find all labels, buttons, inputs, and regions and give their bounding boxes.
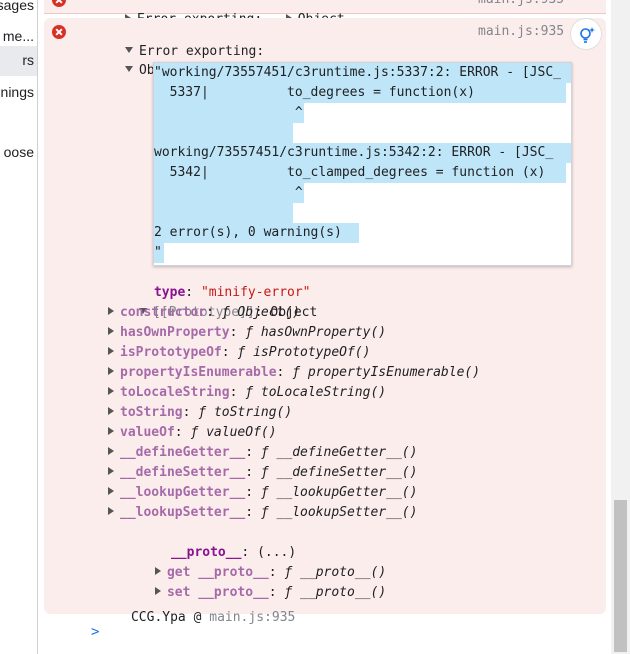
log-line: 5342| to_clamped_degrees = function (x) xyxy=(154,165,546,180)
console-prompt[interactable]: > xyxy=(91,624,99,640)
selection-highlight xyxy=(154,123,293,143)
message-line[interactable]: Error exporting: xyxy=(78,22,264,59)
console-message-error: Error exporting: Object main.js:935 xyxy=(44,0,606,27)
prototype-member[interactable]: isPrototypeOf: ƒ isPrototypeOf() xyxy=(108,343,370,363)
property-value: __lookupGetter__() xyxy=(276,485,418,500)
expand-arrow-icon[interactable] xyxy=(108,307,114,315)
property-key: __defineGetter__ xyxy=(120,445,246,460)
log-line: 2 error(s), 0 warning(s) xyxy=(154,225,342,240)
log-line: "working/73557451/c3runtime.js:5337:2: E… xyxy=(154,65,561,80)
log-line: " xyxy=(154,245,162,260)
selection-highlight xyxy=(154,203,293,223)
property-key: valueOf xyxy=(120,425,175,440)
prototype-line[interactable]: [[Prototype]]: Object xyxy=(92,283,317,320)
property-value: __proto__() xyxy=(300,585,387,600)
prototype-member[interactable]: __defineSetter__: ƒ __defineSetter__() xyxy=(108,463,417,483)
sidebar-item-label: sages xyxy=(0,0,34,13)
expand-arrow-icon[interactable] xyxy=(108,447,114,455)
proto-accessor[interactable]: __proto__: (...) xyxy=(124,523,296,560)
prototype-member[interactable]: valueOf: ƒ valueOf() xyxy=(108,423,277,443)
scrollbar[interactable] xyxy=(611,0,630,654)
expand-arrow-icon[interactable] xyxy=(108,367,114,375)
sidebar-item-label: rs xyxy=(22,52,34,68)
property-value: hasOwnProperty() xyxy=(260,325,387,340)
sidebar-item-warnings[interactable]: nings xyxy=(0,78,37,108)
property-value: toString() xyxy=(213,405,293,420)
prototype-member[interactable]: constructor: ƒ Object() xyxy=(108,303,300,323)
lightbulb-sparkle-icon xyxy=(580,27,595,43)
source-link[interactable]: main.js:935 xyxy=(478,22,564,42)
log-line: ^ xyxy=(154,105,303,120)
property-value: __defineSetter__() xyxy=(276,465,418,480)
stack-at: @ xyxy=(193,610,202,625)
expand-arrow-icon[interactable] xyxy=(108,427,114,435)
object-line[interactable]: Objecti xyxy=(78,41,204,78)
scrollbar-thumb[interactable] xyxy=(614,500,627,652)
property-key: toLocaleString xyxy=(120,385,230,400)
property-key: isPrototypeOf xyxy=(120,345,222,360)
property-value: valueOf() xyxy=(206,425,277,440)
property-value: Object() xyxy=(237,305,301,320)
property-value: isPrototypeOf() xyxy=(253,345,371,360)
source-link[interactable]: main.js:935 xyxy=(478,0,564,10)
prototype-member[interactable]: propertyIsEnumerable: ƒ propertyIsEnumer… xyxy=(108,363,480,383)
property-key: __lookupGetter__ xyxy=(120,485,246,500)
property-key: __lookupSetter__ xyxy=(120,505,246,520)
set-proto[interactable]: set __proto__: ƒ __proto__() xyxy=(108,563,386,600)
message-line[interactable]: Error exporting: Object xyxy=(78,0,345,27)
expand-arrow-icon[interactable] xyxy=(108,467,114,475)
sidebar-item-label: oose xyxy=(3,144,34,160)
prototype-member[interactable]: __lookupSetter__: ƒ __lookupSetter__() xyxy=(108,503,417,523)
stack-source-link[interactable]: main.js:935 xyxy=(209,610,295,625)
prototype-member[interactable]: toString: ƒ toString() xyxy=(108,403,292,423)
stack-function: CCG.Ypa xyxy=(130,610,186,625)
error-icon xyxy=(52,25,66,39)
error-icon xyxy=(52,0,66,7)
log-line: 5337| to_degrees = function(x) xyxy=(154,85,475,100)
get-proto[interactable]: get __proto__: ƒ __proto__() xyxy=(108,543,386,580)
prototype-member[interactable]: hasOwnProperty: ƒ hasOwnProperty() xyxy=(108,323,386,343)
property-key: toString xyxy=(120,405,183,420)
log-line: ^ xyxy=(154,185,303,200)
prototype-member[interactable]: toLocaleString: ƒ toLocaleString() xyxy=(108,383,386,403)
sidebar-item-label: me... xyxy=(2,28,34,44)
property-key: hasOwnProperty xyxy=(120,325,230,340)
sidebar-item-label: nings xyxy=(0,84,34,100)
property-value: toLocaleString() xyxy=(260,385,387,400)
expand-arrow-icon[interactable] xyxy=(108,507,114,515)
sidebar-item-verbose[interactable]: oose xyxy=(0,138,37,168)
insights-button[interactable] xyxy=(570,18,602,50)
expand-arrow-icon[interactable] xyxy=(108,347,114,355)
prototype-member[interactable]: __defineGetter__: ƒ __defineGetter__() xyxy=(108,443,417,463)
sidebar-item-errors[interactable]: rs xyxy=(0,46,37,76)
console-sidebar: sages me... rs nings oose xyxy=(0,0,38,654)
expand-arrow-icon[interactable] xyxy=(108,487,114,495)
property-value: propertyIsEnumerable() xyxy=(307,365,481,380)
property-key: __defineSetter__ xyxy=(120,465,246,480)
type-property: type: "minify-error" xyxy=(153,285,311,300)
property-value: __lookupSetter__() xyxy=(276,505,418,520)
prototype-member[interactable]: __lookupGetter__: ƒ __lookupGetter__() xyxy=(108,483,417,503)
expand-arrow-icon[interactable] xyxy=(108,387,114,395)
sidebar-item-messages[interactable]: sages xyxy=(0,0,37,21)
stack-trace: CCG.Ypa @ main.js:935 xyxy=(84,588,295,625)
expand-arrow-icon[interactable] xyxy=(108,407,114,415)
property-key: propertyIsEnumerable xyxy=(120,365,277,380)
log-value-popup[interactable]: "working/73557451/c3runtime.js:5337:2: E… xyxy=(153,62,572,266)
property-key: constructor xyxy=(120,305,207,320)
log-line: working/73557451/c3runtime.js:5342:2: ER… xyxy=(154,145,554,160)
expand-arrow-icon[interactable] xyxy=(108,327,114,335)
property-value: __defineGetter__() xyxy=(276,445,418,460)
